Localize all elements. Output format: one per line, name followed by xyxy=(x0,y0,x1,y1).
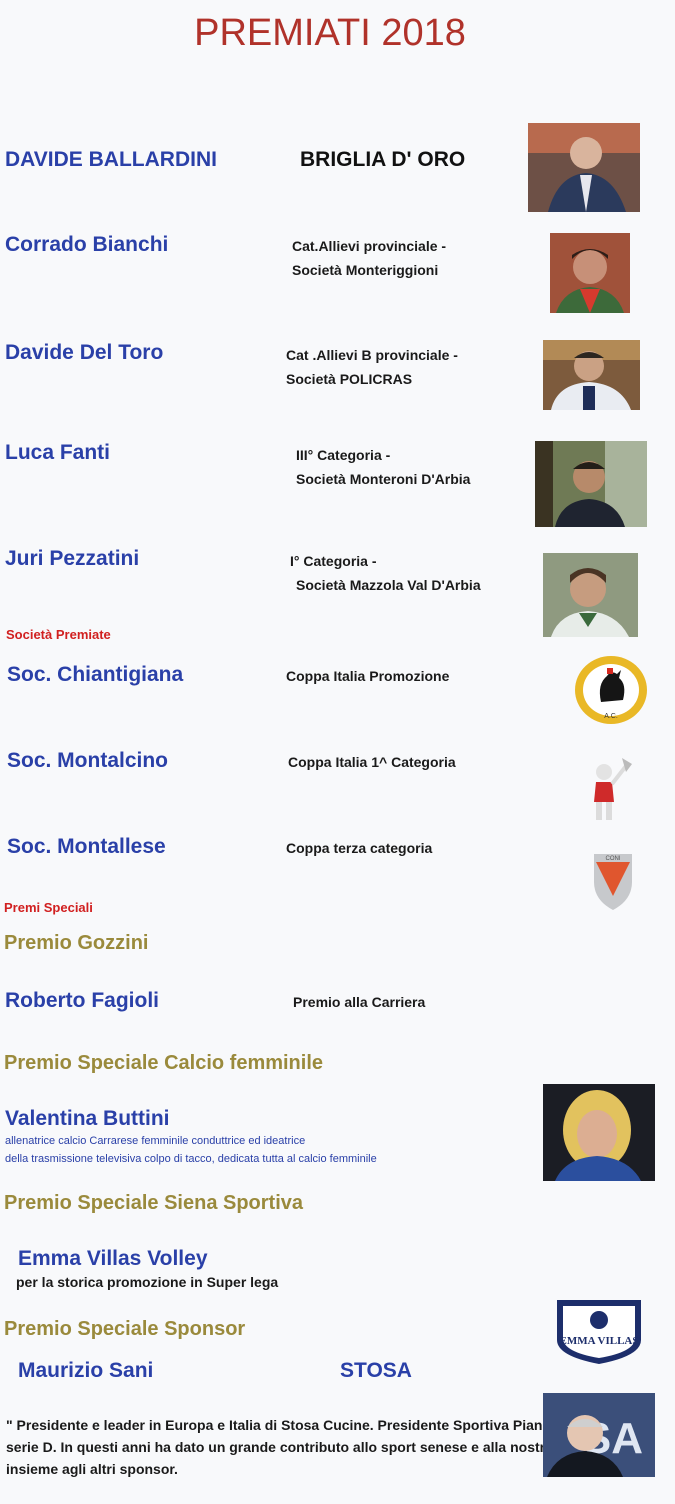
awardee-name: Davide Del Toro xyxy=(5,341,164,364)
buttini-photo xyxy=(543,1084,655,1181)
awardee-award: Cat.Allievi provinciale - Società Monteri… xyxy=(292,238,447,278)
awardee-name: DAVIDE BALLARDINI xyxy=(5,148,217,171)
awardee-name: Luca Fanti xyxy=(5,441,111,464)
awardee-award: III° Categoria - Società Monteroni D'Arbi… xyxy=(296,447,471,487)
bianchi-photo xyxy=(550,233,630,313)
emma-villas-logo: EMMA VILLAS xyxy=(551,1296,647,1366)
pezzatini-photo xyxy=(543,553,638,637)
awardee-description: allenatrice calcio Carrarese femminile c… xyxy=(5,1135,377,1165)
awardee-name: Corrado Bianchi xyxy=(5,233,169,256)
del-toro-photo xyxy=(543,340,640,410)
chiantigiana-logo: A.C. xyxy=(573,654,649,726)
awardee-award: Cat .Allievi B provinciale - Società POLI… xyxy=(286,347,458,387)
societa-premiate-heading: Società Premiate xyxy=(6,627,111,642)
societa-award: Coppa terza categoria xyxy=(286,840,433,856)
awardee-name: Emma Villas Volley xyxy=(18,1247,208,1270)
awardee-name: Roberto Fagioli xyxy=(5,989,159,1012)
sponsor-company: STOSA xyxy=(340,1359,412,1382)
societa-name: Soc. Montalcino xyxy=(7,749,169,772)
premi-speciali-heading: Premi Speciali xyxy=(4,900,93,915)
sani-photo: SA xyxy=(543,1393,655,1477)
montalcino-figure-icon xyxy=(582,748,634,830)
awardee-name: Juri Pezzatini xyxy=(5,547,140,570)
societa-name: Soc. Montallese xyxy=(7,835,166,858)
awardee-name: Valentina Buttini xyxy=(5,1107,170,1130)
siena-sportiva-heading: Premio Speciale Siena Sportiva xyxy=(4,1192,304,1214)
awardee-award: Premio alla Carriera xyxy=(293,994,426,1010)
svg-text:EMMA VILLAS: EMMA VILLAS xyxy=(560,1335,639,1347)
calcio-femminile-heading: Premio Speciale Calcio femminile xyxy=(4,1052,324,1074)
coni-logo: CONI xyxy=(582,848,644,914)
awardee-description: per la storica promozione in Super lega xyxy=(16,1274,279,1290)
awardee-award: I° Categoria - Società Mazzola Val D'Arbi… xyxy=(290,553,481,593)
svg-text:CONI: CONI xyxy=(606,856,621,862)
premio-gozzini-heading: Premio Gozzini xyxy=(4,932,149,954)
ballardini-photo xyxy=(528,123,640,212)
page-title: PREMIATI 2018 xyxy=(194,12,466,54)
awardee-name: Maurizio Sani xyxy=(18,1359,154,1382)
fanti-photo xyxy=(535,441,647,527)
sponsor-heading: Premio Speciale Sponsor xyxy=(4,1318,246,1340)
awardee-award: BRIGLIA D' ORO xyxy=(300,148,466,171)
societa-award: Coppa Italia 1^ Categoria xyxy=(288,754,456,770)
societa-name: Soc. Chiantigiana xyxy=(7,663,184,686)
societa-award: Coppa Italia Promozione xyxy=(286,668,450,684)
svg-text:A.C.: A.C. xyxy=(604,713,618,720)
